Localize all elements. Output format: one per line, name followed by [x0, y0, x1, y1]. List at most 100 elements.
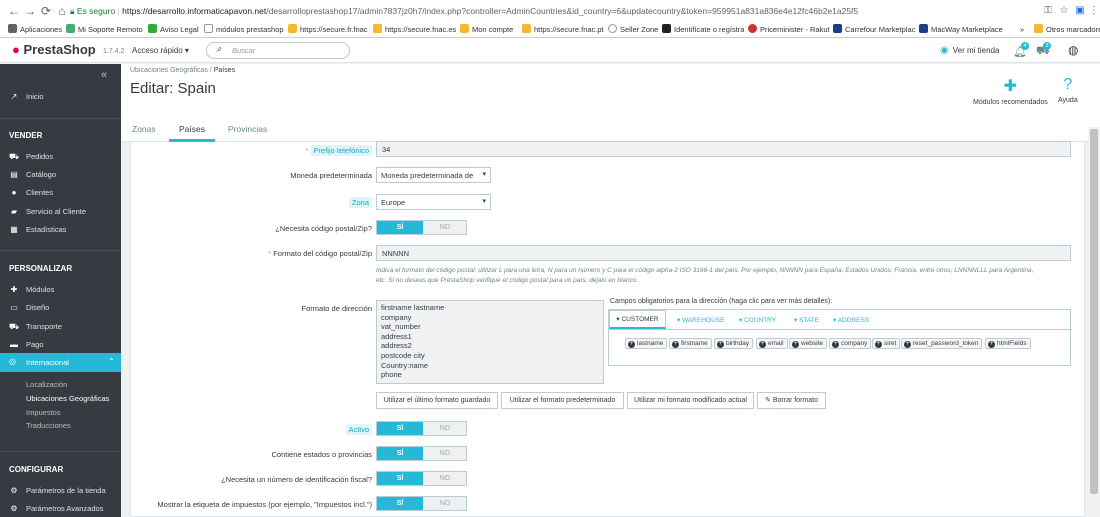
bookmark-6[interactable]: Mon compte	[460, 22, 513, 37]
main-content: Ubicaciones Geográficas / Países Editar:…	[121, 64, 1100, 517]
home-icon[interactable]: ⌂	[54, 3, 70, 19]
bookmark-10[interactable]: Priceminister - Rakut	[748, 22, 830, 37]
tab-paises[interactable]: Países	[169, 120, 215, 142]
user-icon[interactable]: ◍	[1068, 43, 1078, 57]
breadcrumb-current: Países	[213, 67, 236, 74]
puzzle-icon: ✚	[1003, 78, 1018, 95]
needs-id-switch[interactable]: SÍ NO	[376, 471, 467, 486]
zip-help-1: Indica el formato del código postal: uti…	[376, 267, 1034, 274]
key-icon[interactable]: ⚿	[1040, 3, 1056, 19]
bookmark-7[interactable]: https://secure.fnac.pt	[522, 22, 604, 37]
version-label: 1.7.4.2	[103, 48, 125, 55]
address-format-label: Formato de dirección	[301, 304, 372, 313]
sidebar: « ↗ Inicio VENDER ⛟ Pedidos ▤ Catálogo ● Cli…	[0, 64, 121, 517]
field-chip-company[interactable]: + company	[829, 338, 872, 349]
sub-impuestos[interactable]: Impuestos	[26, 408, 61, 417]
bookmark-8[interactable]: Seller Zone	[608, 22, 658, 37]
contains-states-label: Contiene estados o provincias	[271, 450, 372, 459]
url-path: /desarrolloprestashop17/admin7837jz0h7/i…	[266, 6, 859, 16]
reload-icon[interactable]: ⟳	[38, 3, 54, 19]
other-bookmarks[interactable]: Otros marcadores	[1034, 22, 1100, 37]
prestashop-logo[interactable]: ● PrestaShop	[12, 42, 96, 57]
phone-prefix-label: Prefijo telefónico	[121, 145, 372, 156]
zip-format-input[interactable]: NNNNN	[376, 245, 1071, 261]
search-box[interactable]: ⌕ Buscar	[206, 42, 350, 59]
bookmark-1[interactable]: Mi Soporte Remoto	[66, 22, 143, 37]
field-chip-siret[interactable]: + siret	[872, 338, 901, 349]
use-last-saved-format-button[interactable]: Utilizar el último formato guardado	[376, 392, 498, 409]
tab-zonas[interactable]: Zonas	[132, 120, 156, 142]
forward-arrow-icon[interactable]: →	[22, 3, 38, 19]
field-tab-country[interactable]: ▾ COUNTRY	[739, 316, 776, 324]
card-icon: ▬	[10, 340, 18, 349]
address-format-textarea[interactable]: firstname lastname company vat_number addre…	[376, 300, 604, 384]
breadcrumb: Ubicaciones Geográficas / Países	[130, 67, 236, 74]
needs-id-label: ¿Necesita un número de identificación fi…	[221, 475, 372, 484]
field-chip-reset-password-token[interactable]: + reset_password_token	[901, 338, 983, 349]
bookmark-9[interactable]: Identifícate o regístra	[662, 22, 744, 37]
search-icon: ⌕	[216, 44, 222, 55]
needs-zip-switch[interactable]: SÍ NO	[376, 220, 467, 235]
bookmark-5[interactable]: https://secure.fnac.es	[373, 22, 456, 37]
field-tab-address[interactable]: ▾ ADDRESS	[833, 316, 869, 324]
collapse-sidebar-button[interactable]: «	[101, 69, 107, 81]
stats-icon: ▦	[10, 225, 18, 234]
currency-select[interactable]: Moneda predeterminada de ▾	[376, 167, 491, 183]
scrollbar-thumb[interactable]	[1090, 129, 1098, 494]
show-tax-label: Mostrar la etiqueta de impuestos (por ej…	[157, 500, 372, 509]
section-vender: VENDER	[9, 131, 43, 140]
truck-icon: ⛟	[9, 322, 20, 331]
orders-count-badge: 3	[1043, 42, 1051, 50]
contains-states-switch[interactable]: SÍ NO	[376, 446, 467, 461]
field-tab-warehouse[interactable]: ▾ WAREHOUSE	[677, 316, 724, 324]
field-chip-birthday[interactable]: + birthday	[714, 338, 754, 349]
puzzle-small-icon: ✚	[10, 285, 18, 294]
field-chip-htmlfields[interactable]: + htmlFields	[985, 338, 1031, 349]
chart-icon: ↗	[10, 92, 18, 101]
person-icon: ●	[11, 188, 17, 197]
bookmark-11[interactable]: Carrefour Marketplac	[833, 22, 915, 37]
use-default-format-button[interactable]: Utilizar el formato predeterminado	[501, 392, 624, 409]
bookmark-0[interactable]: Aplicaciones	[8, 22, 62, 37]
sub-ubicaciones[interactable]: Ubicaciones Geográficas	[26, 394, 109, 403]
bookmark-2[interactable]: Aviso Legal	[148, 22, 199, 37]
phone-prefix-input[interactable]: 34	[376, 141, 1071, 157]
page-header: Ubicaciones Geográficas / Países Editar:…	[121, 64, 1100, 142]
breadcrumb-parent[interactable]: Ubicaciones Geográficas	[130, 67, 208, 74]
url-domain: https://desarrollo.informaticapavon.net	[122, 6, 267, 16]
more-bookmarks-chevron[interactable]: »	[1020, 22, 1024, 37]
field-chip-firstname[interactable]: + firstname	[669, 338, 712, 349]
quick-access-menu[interactable]: Acceso rápido ▾	[132, 46, 189, 55]
back-arrow-icon[interactable]: ←	[6, 3, 22, 19]
recommended-modules-button[interactable]: ✚ Módulos recomendados	[973, 76, 1048, 106]
zip-format-label: Formato del código postal/Zip	[121, 249, 372, 258]
active-label: Activo	[121, 424, 372, 435]
field-chip-website[interactable]: + website	[789, 338, 828, 349]
active-switch[interactable]: SÍ NO	[376, 421, 467, 436]
gear-icon: ⚙	[10, 486, 18, 495]
search-input[interactable]: Buscar	[232, 46, 255, 55]
field-chip-lastname[interactable]: + lastname	[625, 338, 668, 349]
bookmark-12[interactable]: MacWay Marketplace	[919, 22, 1003, 37]
bookmark-4[interactable]: https://secure.fr.fnac	[288, 22, 368, 37]
field-tab-customer[interactable]: ▾ CUSTOMER	[609, 310, 666, 329]
field-chip-email[interactable]: + email	[756, 338, 788, 349]
zone-select[interactable]: Europe ▾	[376, 194, 491, 210]
use-current-format-button[interactable]: Utilizar mi formato modificado actual	[627, 392, 754, 409]
star-icon[interactable]: ☆	[1056, 3, 1072, 19]
show-tax-switch[interactable]: SÍ NO	[376, 496, 467, 511]
bookmark-3[interactable]: módulos prestashop	[204, 22, 284, 37]
help-button[interactable]: ? Ayuda	[1058, 76, 1078, 104]
page-scrollbar[interactable]	[1088, 127, 1100, 517]
tab-provincias[interactable]: Provincias	[228, 120, 267, 142]
sub-traducciones[interactable]: Traducciones	[26, 421, 71, 430]
url-bar[interactable]: 🔒︎ Es seguro | https://desarrollo.inform…	[70, 3, 1030, 19]
field-tab-state[interactable]: ▾ STATE	[794, 316, 819, 324]
notification-count-badge: 4	[1021, 42, 1029, 50]
menu-icon[interactable]: ⋮	[1086, 3, 1100, 19]
sub-localizacion[interactable]: Localización	[26, 380, 67, 389]
required-fields-box: ▾ CUSTOMER ▾ WAREHOUSE ▾ COUNTRY ▾ STATE…	[608, 309, 1072, 366]
clear-format-button[interactable]: ✎ Borrar formato	[757, 392, 826, 409]
sidebar-item-internacional[interactable]: ◎ Internacional ⌃	[0, 353, 121, 372]
view-shop-link[interactable]: ◉ Ver mi tienda	[940, 45, 999, 56]
